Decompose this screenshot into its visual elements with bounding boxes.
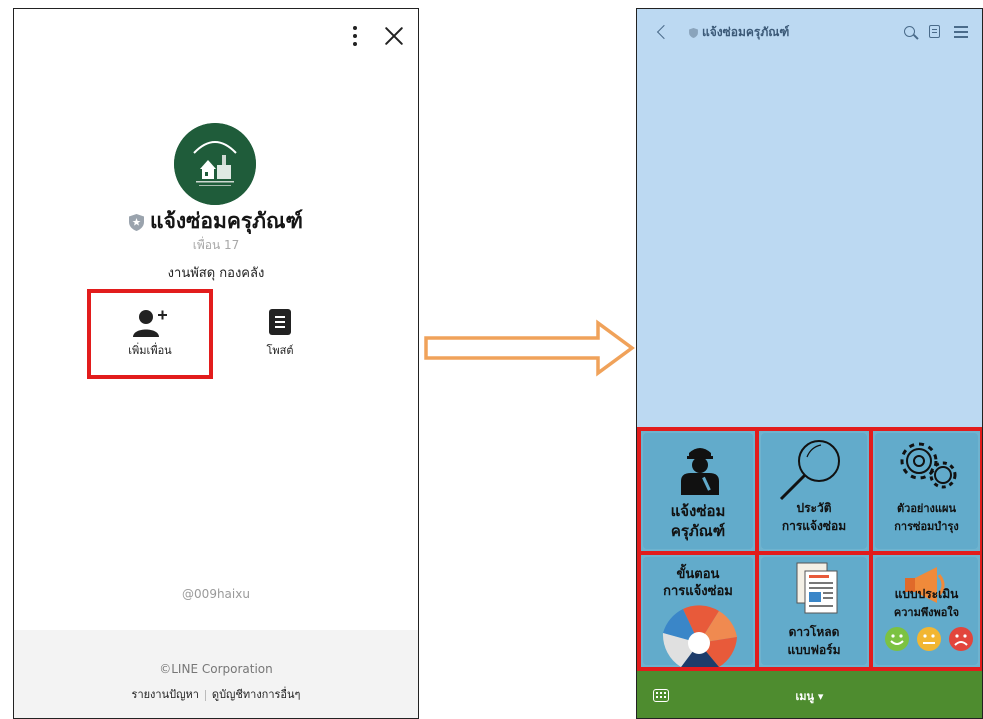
chat-title: แจ้งซ่อมครุภัณฑ์ [689,23,789,42]
add-friend-button[interactable]: เพิ่มเพื่อน [87,289,213,379]
gears-icon [900,442,957,489]
notes-icon[interactable] [929,24,940,38]
chat-header: แจ้งซ่อมครุภัณฑ์ [637,9,982,55]
tile-maintenance-plan-line2: การซ่อมบำรุง [894,520,959,533]
other-accounts-link[interactable]: ดูบัญชีทางการอื่นๆ [212,688,301,701]
profile-name: แจ้งซ่อมครุภัณฑ์ [14,205,418,238]
line-id: @009haixu [182,587,250,601]
tile-maintenance-plan-line1: ตัวอย่างแผน [897,502,956,515]
avatar [174,123,256,205]
chat-screen: แจ้งซ่อมครุภัณฑ์ แจ้งซ่อม ครุภัณฑ์ ประวั… [636,8,983,719]
add-friend-label: เพิ่มเพื่อน [128,344,172,357]
menu-toggle[interactable]: เมนู ▾ [637,687,982,705]
tile-satisfaction-survey-line2: ความพึงพอใจ [893,606,960,619]
tile-repair-history[interactable]: ประวัติ การแจ้งซ่อม [755,427,873,555]
post-icon [269,309,291,335]
verified-shield-icon [129,213,145,231]
chat-header-icons [904,24,968,38]
tile-repair-procedure[interactable]: ขั้นตอน การแจ้งซ่อม [637,551,759,671]
tile-repair-history-line2: การแจ้งซ่อม [781,519,847,533]
tile-download-form-line1: ดาวโหลด [788,625,840,639]
footer-links: รายงานปัญหา ดูบัญชีทางการอื่นๆ [14,685,418,703]
arrow-icon [424,319,635,377]
profile-footer: ©LINE Corporation รายงานปัญหา ดูบัญชีทางก… [14,630,418,718]
profile-subtitle: งานพัสดุ กองคลัง [167,266,265,281]
tile-report-repair-line2: ครุภัณฑ์ [670,522,726,540]
post-label: โพสต์ [266,344,294,357]
add-friend-icon [133,310,167,337]
magnifier-icon [779,440,840,501]
tile-satisfaction-survey[interactable]: แบบประเมิน ความพึงพอใจ [869,551,982,671]
rating-faces-icon [885,627,973,651]
post-button[interactable]: โพสต์ [250,309,310,359]
process-wheel-icon [662,605,737,667]
profile-name-text: แจ้งซ่อมครุภัณฑ์ [150,209,303,233]
tile-satisfaction-survey-line1: แบบประเมิน [894,587,959,601]
friend-count: เพื่อน 17 [192,238,240,252]
verified-shield-icon [689,27,698,38]
tile-repair-history-line1: ประวัติ [796,501,832,515]
search-icon[interactable] [904,25,915,37]
report-problem-link[interactable]: รายงานปัญหา [132,688,199,701]
tile-repair-procedure-line2: การแจ้งซ่อม [663,584,733,599]
chat-bottom-bar: เมนู ▾ [637,671,982,718]
tile-download-form-line2: แบบฟอร์ม [787,643,841,657]
tile-download-form[interactable]: ดาวโหลด แบบฟอร์ม [755,551,873,671]
chat-title-text: แจ้งซ่อมครุภัณฑ์ [702,25,790,39]
tile-maintenance-plan[interactable]: ตัวอย่างแผน การซ่อมบำรุง [869,427,982,555]
hamburger-menu-icon[interactable] [954,24,968,38]
more-options-icon[interactable] [352,25,358,47]
document-icon [796,562,838,614]
back-chevron-icon[interactable] [656,24,672,40]
close-icon[interactable] [384,26,404,46]
rich-menu: แจ้งซ่อม ครุภัณฑ์ ประวัติ การแจ้งซ่อม ตั… [637,427,982,671]
tile-report-repair[interactable]: แจ้งซ่อม ครุภัณฑ์ [637,427,759,555]
technician-icon [681,448,719,495]
profile-screen: แจ้งซ่อมครุภัณฑ์ เพื่อน 17 งานพัสดุ กองค… [13,8,419,719]
profile-top-icons [352,25,404,47]
copyright-text: ©LINE Corporation [159,662,273,676]
